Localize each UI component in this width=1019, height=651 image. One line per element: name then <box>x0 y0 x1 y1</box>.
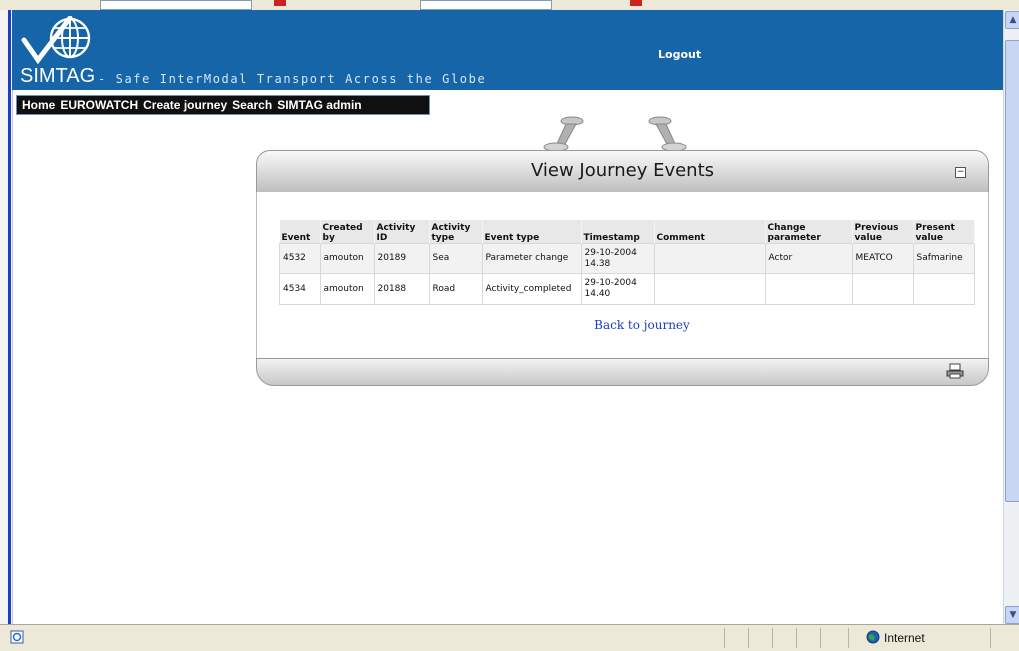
journey-events-table: Event Created by Activity ID Activity ty… <box>279 220 975 305</box>
column-header-event-type: Event type <box>482 220 582 244</box>
browser-status-bar: Internet <box>0 624 1019 651</box>
cell-present-value <box>912 273 975 305</box>
column-header-present-value: Present value <box>913 220 975 244</box>
panel-footer <box>256 358 989 386</box>
nav-item-create-journey[interactable]: Create journey <box>143 98 227 112</box>
cell-change-parameter: Actor <box>764 243 853 274</box>
column-header-event: Event <box>279 220 321 244</box>
table-header-row: Event Created by Activity ID Activity ty… <box>279 220 975 244</box>
cell-event-type: Parameter change <box>481 243 582 274</box>
cell-created-by: amouton <box>319 273 375 305</box>
nav-item-simtag-admin[interactable]: SIMTAG admin <box>277 98 361 112</box>
collapse-icon[interactable]: − <box>955 167 966 178</box>
cell-event: 4534 <box>279 273 321 305</box>
nav-item-search[interactable]: Search <box>232 98 272 112</box>
status-pane <box>848 628 849 648</box>
status-pane <box>772 628 773 648</box>
security-zone-label: Internet <box>884 631 925 645</box>
status-pane <box>748 628 749 648</box>
panel-body: Event Created by Activity ID Activity ty… <box>256 192 989 360</box>
search-field-fragment <box>420 0 552 10</box>
panel-hanger-left <box>543 116 584 152</box>
address-field-fragment <box>100 0 252 10</box>
panel-title: View Journey Events <box>530 160 715 181</box>
site-header: SIMTAG - Safe InterModal Transport Acros… <box>12 10 1003 90</box>
column-header-activity-id: Activity ID <box>374 220 430 244</box>
column-header-timestamp: Timestamp <box>581 220 655 244</box>
panel-header: View Journey Events − <box>256 150 989 194</box>
cell-event-type: Activity_completed <box>481 273 582 305</box>
toolbar-icon-fragment <box>274 0 286 6</box>
cell-event: 4532 <box>279 243 321 274</box>
back-to-journey-link[interactable]: Back to journey <box>257 318 1019 332</box>
cell-activity-type: Sea <box>428 243 483 274</box>
cell-change-parameter <box>764 273 853 305</box>
vertical-scrollbar[interactable]: ▲ ▼ <box>1003 10 1019 624</box>
cell-created-by: amouton <box>319 243 375 274</box>
cell-present-value: Safmarine <box>912 243 975 274</box>
main-nav: Home EUROWATCH Create journey Search SIM… <box>16 95 430 115</box>
site-tagline: - Safe InterModal Transport Across the G… <box>98 72 487 86</box>
scroll-up-arrow-icon[interactable]: ▲ <box>1005 11 1019 29</box>
page-icon <box>10 630 24 644</box>
column-header-change-parameter: Change parameter <box>765 220 853 244</box>
cell-previous-value <box>851 273 914 305</box>
status-pane <box>796 628 797 648</box>
printer-icon[interactable] <box>946 363 964 379</box>
status-pane <box>820 628 821 648</box>
window-left-edge <box>0 10 13 624</box>
scrollbar-thumb[interactable] <box>1005 40 1019 502</box>
column-header-created-by: Created by <box>320 220 375 244</box>
cell-timestamp: 29-10-2004 14.40 <box>580 273 655 305</box>
column-header-comment: Comment <box>654 220 766 244</box>
cell-comment <box>653 243 766 274</box>
status-pane <box>990 628 991 648</box>
column-header-previous-value: Previous value <box>852 220 914 244</box>
table-row: 4534 amouton 20188 Road Activity_complet… <box>279 273 975 305</box>
logout-link[interactable]: Logout <box>658 48 701 61</box>
table-row: 4532 amouton 20189 Sea Parameter change … <box>279 243 975 274</box>
cell-activity-id: 20188 <box>373 273 430 305</box>
toolbar-icon-fragment <box>630 0 642 6</box>
internet-zone-globe-icon <box>866 630 880 644</box>
panel-hanger-right <box>648 116 687 152</box>
cell-activity-id: 20189 <box>373 243 430 274</box>
simtag-globe-logo <box>21 16 91 65</box>
cell-activity-type: Road <box>428 273 483 305</box>
cell-comment <box>653 273 766 305</box>
brand-name: SIMTAG <box>20 65 96 87</box>
scroll-down-arrow-icon[interactable]: ▼ <box>1005 606 1019 624</box>
cell-previous-value: MEATCO <box>851 243 914 274</box>
status-pane <box>724 628 725 648</box>
nav-item-eurowatch[interactable]: EUROWATCH <box>60 98 138 112</box>
nav-item-home[interactable]: Home <box>22 98 55 112</box>
column-header-activity-type: Activity type <box>429 220 483 244</box>
cell-timestamp: 29-10-2004 14.38 <box>580 243 655 274</box>
